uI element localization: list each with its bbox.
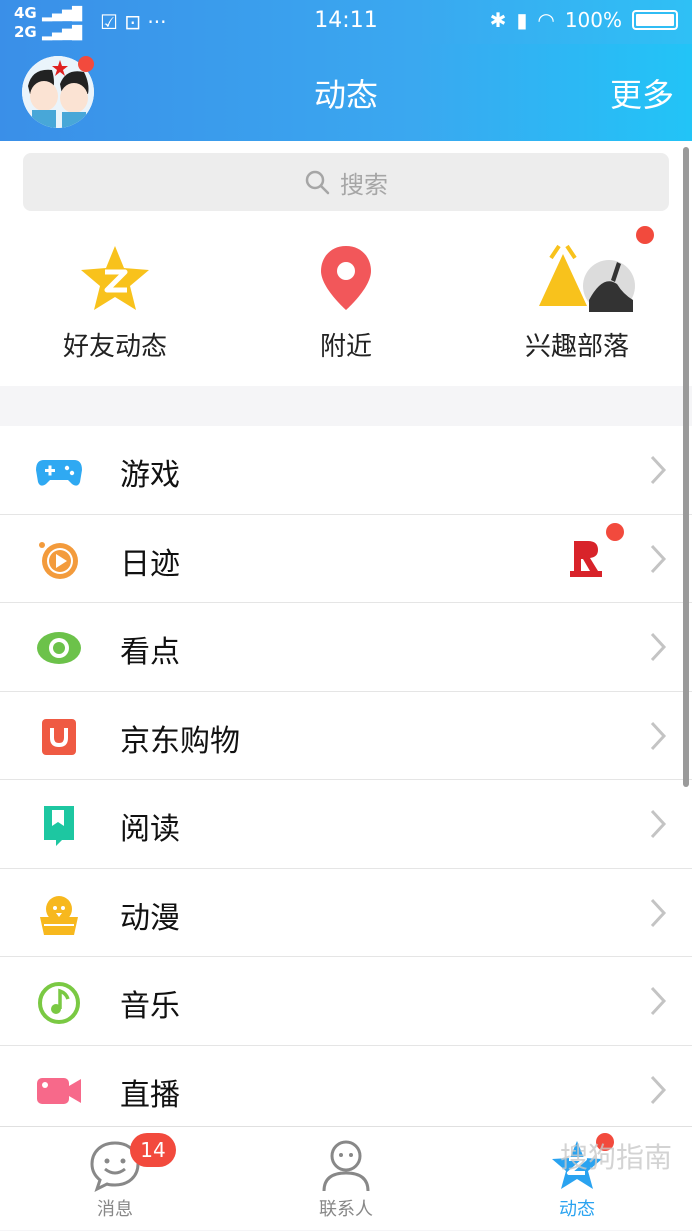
tab-messages[interactable]: 14 消息 (0, 1127, 230, 1231)
status-right: ✱ ▮ ◠ 100% (490, 8, 678, 32)
page-title: 动态 (313, 76, 378, 114)
tab-contacts[interactable]: 联系人 (231, 1127, 461, 1231)
list-item-label: 看点 (120, 635, 180, 670)
list-item-game[interactable]: 游戏 (0, 426, 692, 515)
battery-icon (632, 10, 678, 30)
tab-label: 动态 (559, 1199, 595, 1220)
list-item-label: 动漫 (120, 900, 180, 936)
list-item-jd-shopping[interactable]: 京东购物 (0, 692, 692, 780)
chevron-right-icon (650, 1075, 667, 1104)
tab-label: 联系人 (319, 1199, 373, 1220)
brand-logo-thumbnail-icon (570, 536, 602, 577)
quick-interest-tribe[interactable]: 兴趣部落 (462, 226, 692, 386)
status-bar: 4G ▂▄▆█ 2G ▂▄▆█ ☑ ⊡ ··· 14:11 ✱ ▮ ◠ 100% (0, 0, 692, 44)
chevron-right-icon (650, 721, 667, 750)
scrollbar[interactable] (683, 147, 689, 787)
search-placeholder: 搜索 (340, 170, 388, 199)
chevron-right-icon (650, 898, 667, 927)
chevron-right-icon (650, 544, 667, 573)
person-icon (322, 1140, 370, 1192)
chick-icon (40, 895, 78, 935)
bluetooth-icon: ✱ (489, 8, 507, 32)
quick-nearby[interactable]: 附近 (231, 226, 461, 386)
battery-saver-icon: ▮ (516, 8, 528, 32)
video-circle-icon (39, 541, 78, 579)
list-item-music[interactable]: 音乐 (0, 957, 692, 1046)
wifi-icon: ◠ (537, 8, 555, 32)
location-pin-icon (321, 246, 371, 310)
music-note-icon (38, 982, 80, 1024)
chevron-right-icon (650, 632, 667, 662)
list-item-label: 游戏 (120, 458, 180, 493)
list-item-rizhi[interactable]: 日迹 (0, 515, 692, 603)
quick-entries: 好友动态 附近 兴趣部落 (0, 226, 692, 386)
quick-label: 好友动态 (62, 332, 167, 362)
battery-percent: 100% (564, 8, 622, 32)
unread-badge: 14 (130, 1133, 176, 1167)
more-button[interactable]: 更多 (610, 70, 674, 116)
tent-icon (539, 244, 635, 312)
list-item-kandian[interactable]: 看点 (0, 603, 692, 692)
chevron-right-icon (650, 455, 667, 485)
search-icon (305, 170, 330, 195)
quick-friend-feed[interactable]: 好友动态 (0, 226, 230, 386)
search-input[interactable]: 搜索 (23, 153, 669, 211)
list-item-label: 音乐 (120, 989, 180, 1024)
star-z-icon (81, 246, 149, 310)
list-item-reading[interactable]: 阅读 (0, 780, 692, 869)
rizhi-notification-dot (606, 522, 624, 541)
list-item-label: 京东购物 (120, 723, 240, 759)
tribe-notification-dot (636, 226, 654, 244)
shopping-bag-icon (42, 718, 76, 755)
quick-label: 兴趣部落 (524, 332, 629, 362)
feature-list: 游戏 日迹 看点 京东购物 阅读 动漫 音乐 直播 (0, 426, 692, 1134)
search-container: 搜索 (0, 141, 692, 226)
quick-label: 附近 (319, 332, 372, 362)
list-item-live[interactable]: 直播 (0, 1046, 692, 1135)
list-item-label: 日迹 (120, 546, 180, 582)
title-bar: 动态 更多 (0, 44, 692, 141)
chevron-right-icon (650, 809, 667, 839)
tab-label: 消息 (97, 1199, 133, 1220)
video-camera-icon (37, 1077, 81, 1104)
chevron-right-icon (650, 986, 667, 1016)
content-area: 搜索 好友动态 附近 兴趣部落 游戏 日迹 看点 京东购物 阅读 动漫 音乐 直… (0, 141, 692, 1134)
list-item-anime[interactable]: 动漫 (0, 869, 692, 957)
list-item-label: 直播 (120, 1077, 180, 1113)
bookmark-book-icon (44, 806, 74, 846)
list-item-label: 阅读 (120, 812, 180, 847)
eye-icon (37, 632, 81, 664)
gamepad-icon (36, 460, 82, 486)
watermark: 搜狗指南 (559, 1141, 672, 1174)
